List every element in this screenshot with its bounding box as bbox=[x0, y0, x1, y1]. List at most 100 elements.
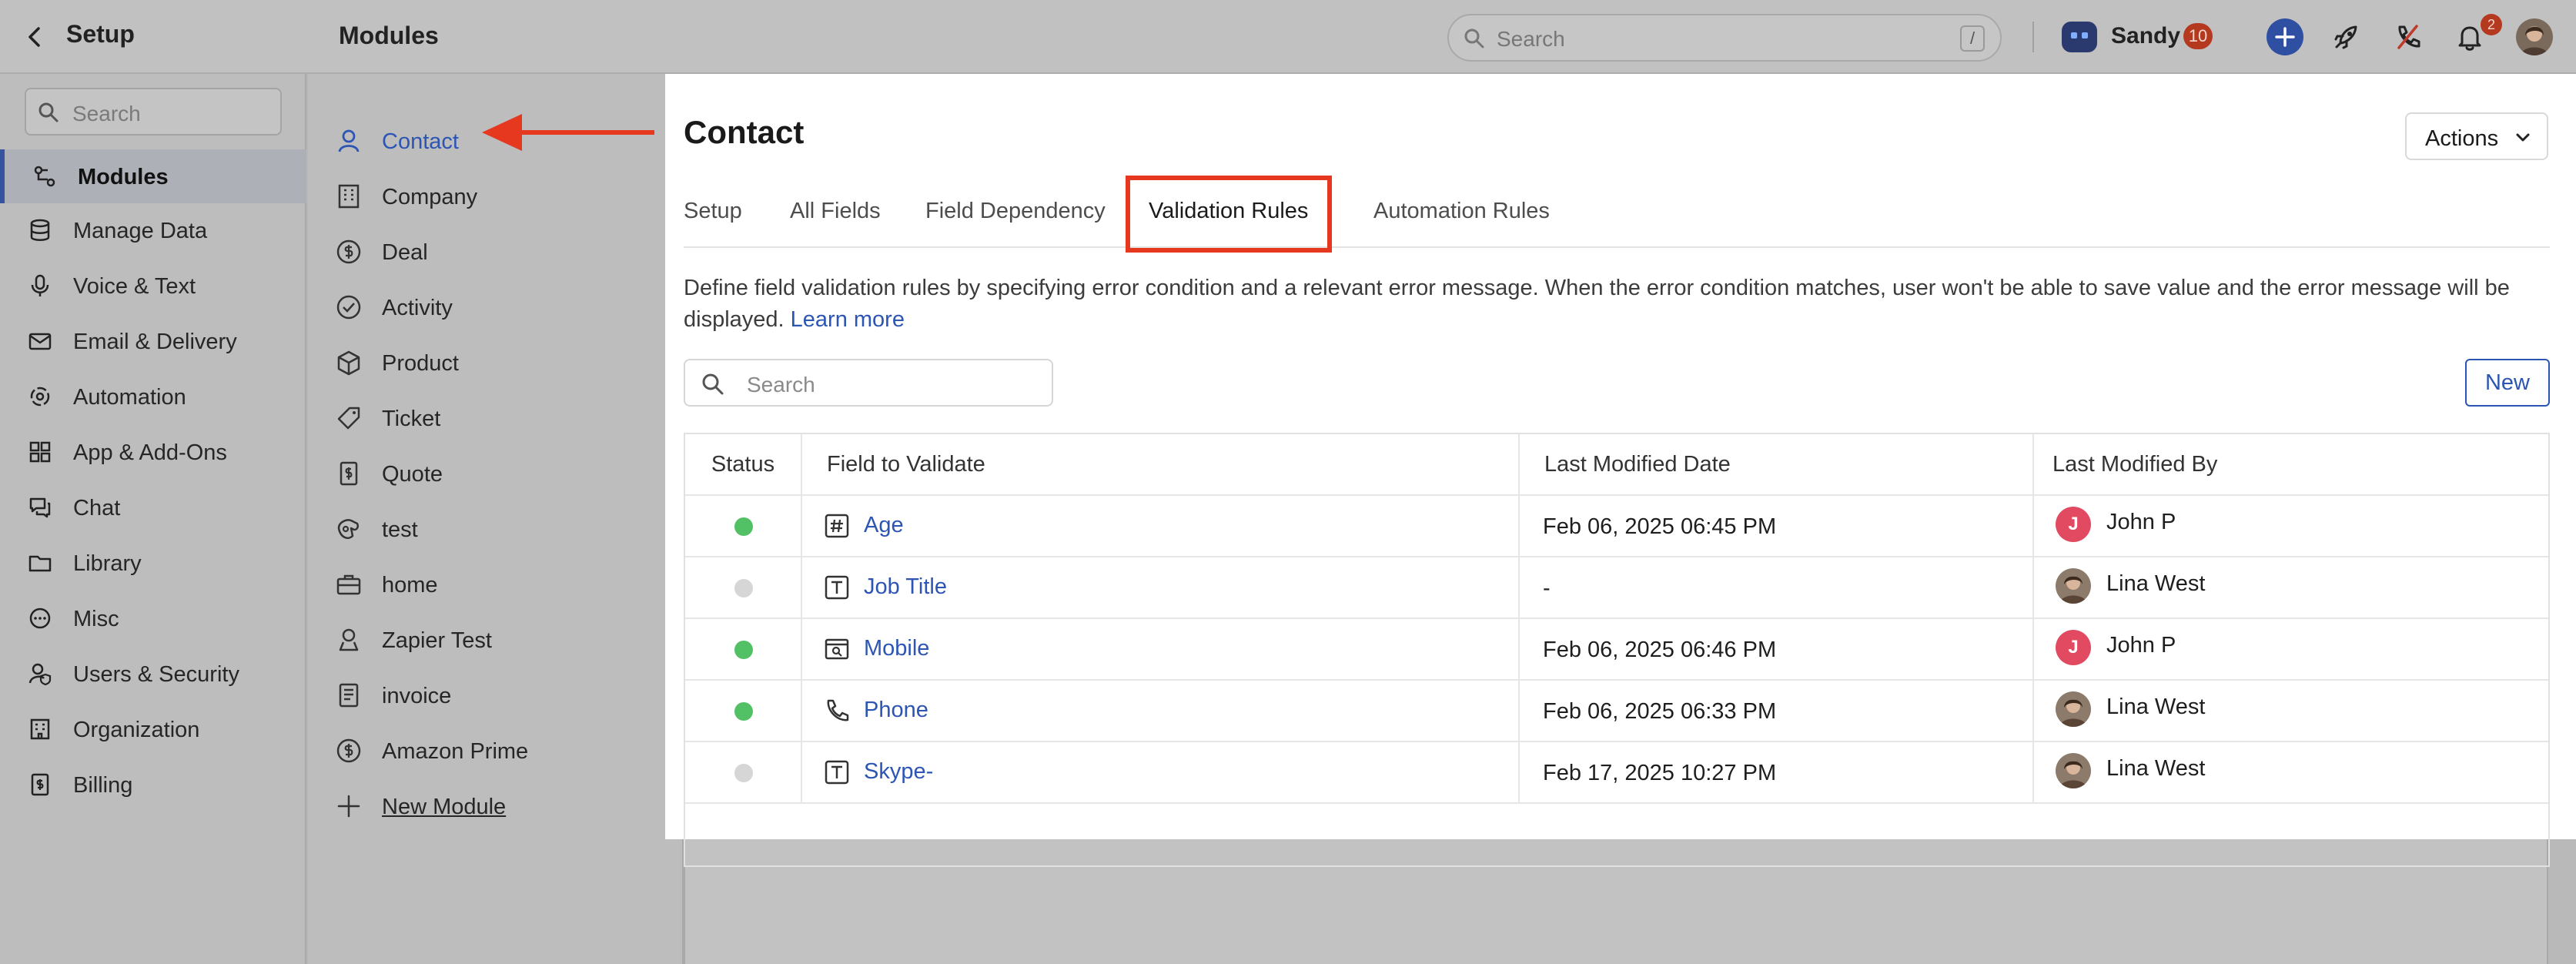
chevron-down-icon bbox=[2514, 129, 2531, 146]
validation-rules-table: Status Field to Validate Last Modified D… bbox=[684, 433, 2550, 867]
sidebar-item-library[interactable]: Library bbox=[0, 536, 306, 590]
modified-by-user: Lina West bbox=[2106, 695, 2206, 719]
sidebar-item-users-security[interactable]: Users & Security bbox=[0, 647, 306, 701]
sidebar-item-automation[interactable]: Automation bbox=[0, 370, 306, 423]
avatar: J bbox=[2056, 507, 2091, 542]
modules-page-title: Modules bbox=[339, 22, 439, 49]
sidebar-item-chat[interactable]: Chat bbox=[0, 480, 306, 534]
setup-title: Setup bbox=[66, 20, 135, 48]
ticket-icon bbox=[336, 405, 362, 431]
module-item-quote[interactable]: Quote bbox=[308, 445, 684, 500]
tab-automation-rules[interactable]: Automation Rules bbox=[1373, 174, 1550, 248]
modified-by-user: Lina West bbox=[2106, 756, 2206, 781]
phone-off-icon[interactable] bbox=[2391, 20, 2425, 54]
module-item-company[interactable]: Company bbox=[308, 168, 684, 223]
modified-by-user: John P bbox=[2106, 633, 2176, 658]
table-row[interactable]: Phone Feb 06, 2025 06:33 PM Lina West bbox=[685, 681, 2548, 742]
modified-date: Feb 06, 2025 06:45 PM bbox=[1543, 514, 1777, 539]
module-item-test[interactable]: test bbox=[308, 500, 684, 556]
custom-module-icon bbox=[336, 516, 362, 542]
column-header-modified-by[interactable]: Last Modified By bbox=[2034, 434, 2548, 494]
tab-bar: Setup All Fields Field Dependency Valida… bbox=[684, 174, 2550, 248]
field-link[interactable]: Age bbox=[864, 513, 904, 538]
sidebar-item-manage-data[interactable]: Manage Data bbox=[0, 203, 306, 257]
quote-icon bbox=[336, 460, 362, 487]
sidebar-search-input[interactable]: Search bbox=[25, 88, 282, 136]
create-plus-button[interactable] bbox=[2267, 18, 2303, 55]
column-header-date[interactable]: Last Modified Date bbox=[1520, 434, 2034, 494]
global-search-input[interactable]: Search / bbox=[1447, 14, 2002, 62]
new-module-link[interactable]: New Module bbox=[308, 778, 684, 833]
table-row[interactable]: Job Title - Lina West bbox=[685, 557, 2548, 619]
module-item-ticket[interactable]: Ticket bbox=[308, 390, 684, 445]
user-name[interactable]: Sandy bbox=[2111, 23, 2180, 49]
rocket-icon[interactable] bbox=[2330, 20, 2364, 54]
module-item-label: home bbox=[382, 573, 438, 597]
sidebar-item-apps[interactable]: App & Add-Ons bbox=[0, 425, 306, 479]
sidebar-item-organization[interactable]: Organization bbox=[0, 702, 306, 756]
module-item-zapier-test[interactable]: Zapier Test bbox=[308, 611, 684, 667]
tab-validation-rules[interactable]: Validation Rules bbox=[1149, 174, 1308, 248]
column-header-status[interactable]: Status bbox=[685, 434, 802, 494]
tab-setup[interactable]: Setup bbox=[684, 174, 742, 248]
column-header-field[interactable]: Field to Validate bbox=[802, 434, 1520, 494]
module-item-label: Company bbox=[382, 185, 478, 209]
page-title: Contact bbox=[684, 114, 805, 150]
field-link[interactable]: Phone bbox=[864, 698, 928, 723]
table-row[interactable]: Skype- Feb 17, 2025 10:27 PM Lina West bbox=[685, 742, 2548, 804]
status-dot-active bbox=[734, 517, 753, 536]
billing-icon bbox=[28, 772, 52, 797]
number-field-icon bbox=[824, 513, 850, 539]
modified-date: - bbox=[1543, 576, 1551, 601]
search-shortcut-key: / bbox=[1960, 25, 1985, 52]
module-item-deal[interactable]: Deal bbox=[308, 223, 684, 279]
mobile-field-icon bbox=[824, 636, 850, 662]
sidebar-item-label: Automation bbox=[73, 385, 186, 410]
search-icon bbox=[37, 101, 60, 124]
status-dot-active bbox=[734, 702, 753, 721]
avatar bbox=[2056, 753, 2091, 788]
search-icon bbox=[1463, 27, 1486, 50]
organization-icon bbox=[28, 717, 52, 741]
search-placeholder: Search bbox=[1497, 27, 1565, 51]
back-arrow-icon[interactable] bbox=[22, 23, 49, 51]
table-empty-row bbox=[685, 804, 2548, 865]
toolbar-divider bbox=[2032, 22, 2034, 52]
sidebar-item-voice-text[interactable]: Voice & Text bbox=[0, 259, 306, 313]
dollar-circle-icon bbox=[336, 738, 362, 764]
sidebar-item-label: Library bbox=[73, 551, 142, 576]
sidebar-item-label: Modules bbox=[78, 165, 169, 189]
invoice-icon bbox=[336, 682, 362, 708]
assistant-bot-icon[interactable] bbox=[2062, 22, 2097, 52]
sidebar-item-modules[interactable]: Modules bbox=[0, 149, 306, 203]
sidebar-item-misc[interactable]: Misc bbox=[0, 591, 306, 645]
field-link[interactable]: Mobile bbox=[864, 636, 929, 661]
field-link[interactable]: Skype- bbox=[864, 759, 933, 785]
rules-search-input[interactable]: Search bbox=[684, 359, 1053, 407]
module-item-home[interactable]: home bbox=[308, 556, 684, 611]
modules-icon bbox=[32, 164, 57, 189]
module-item-product[interactable]: Product bbox=[308, 334, 684, 390]
module-item-label: Product bbox=[382, 351, 459, 376]
microphone-icon bbox=[28, 273, 52, 298]
badge-icon bbox=[336, 627, 362, 653]
tab-field-dependency[interactable]: Field Dependency bbox=[925, 174, 1106, 248]
actions-dropdown[interactable]: Actions bbox=[2405, 112, 2548, 160]
briefcase-icon bbox=[336, 571, 362, 597]
module-item-activity[interactable]: Activity bbox=[308, 279, 684, 334]
sidebar-item-billing[interactable]: Billing bbox=[0, 758, 306, 812]
sidebar-item-label: Billing bbox=[73, 773, 133, 798]
new-rule-button[interactable]: New bbox=[2465, 359, 2550, 407]
field-link[interactable]: Job Title bbox=[864, 574, 947, 600]
module-item-invoice[interactable]: invoice bbox=[308, 667, 684, 722]
sidebar-item-email-delivery[interactable]: Email & Delivery bbox=[0, 314, 306, 368]
annotation-arrow-icon bbox=[482, 112, 654, 156]
table-row[interactable]: Mobile Feb 06, 2025 06:46 PM J John P bbox=[685, 619, 2548, 681]
module-item-amazon-prime[interactable]: Amazon Prime bbox=[308, 722, 684, 778]
table-row[interactable]: Age Feb 06, 2025 06:45 PM J John P bbox=[685, 496, 2548, 557]
learn-more-link[interactable]: Learn more bbox=[791, 307, 905, 332]
actions-label: Actions bbox=[2425, 126, 2499, 151]
sidebar-search-placeholder: Search bbox=[72, 102, 141, 126]
user-avatar[interactable] bbox=[2516, 18, 2553, 55]
tab-all-fields[interactable]: All Fields bbox=[790, 174, 881, 248]
